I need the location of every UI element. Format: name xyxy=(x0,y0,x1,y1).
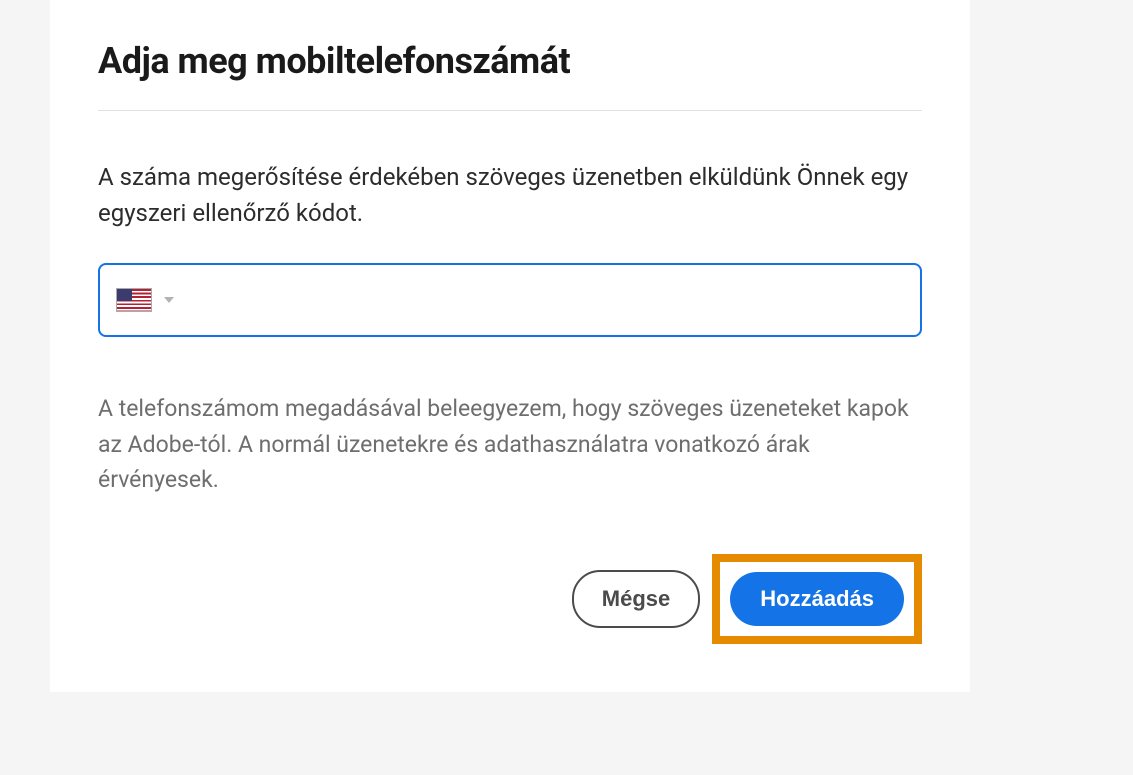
country-dropdown-arrow-icon[interactable] xyxy=(164,297,174,303)
dialog-description: A száma megerősítése érdekében szöveges … xyxy=(98,159,922,231)
disclaimer-text: A telefonszámom megadásával beleegyezem,… xyxy=(98,391,922,498)
add-phone-dialog: Adja meg mobiltelefonszámát A száma mege… xyxy=(50,0,970,692)
cancel-button[interactable]: Mégse xyxy=(572,570,700,628)
add-button[interactable]: Hozzáadás xyxy=(730,572,904,626)
add-button-highlight: Hozzáadás xyxy=(712,554,922,644)
dialog-buttons: Mégse Hozzáadás xyxy=(98,554,922,644)
phone-number-input[interactable] xyxy=(190,285,904,316)
phone-input-container[interactable] xyxy=(98,263,922,337)
dialog-title: Adja meg mobiltelefonszámát xyxy=(98,40,922,111)
us-flag-icon[interactable] xyxy=(116,288,152,312)
